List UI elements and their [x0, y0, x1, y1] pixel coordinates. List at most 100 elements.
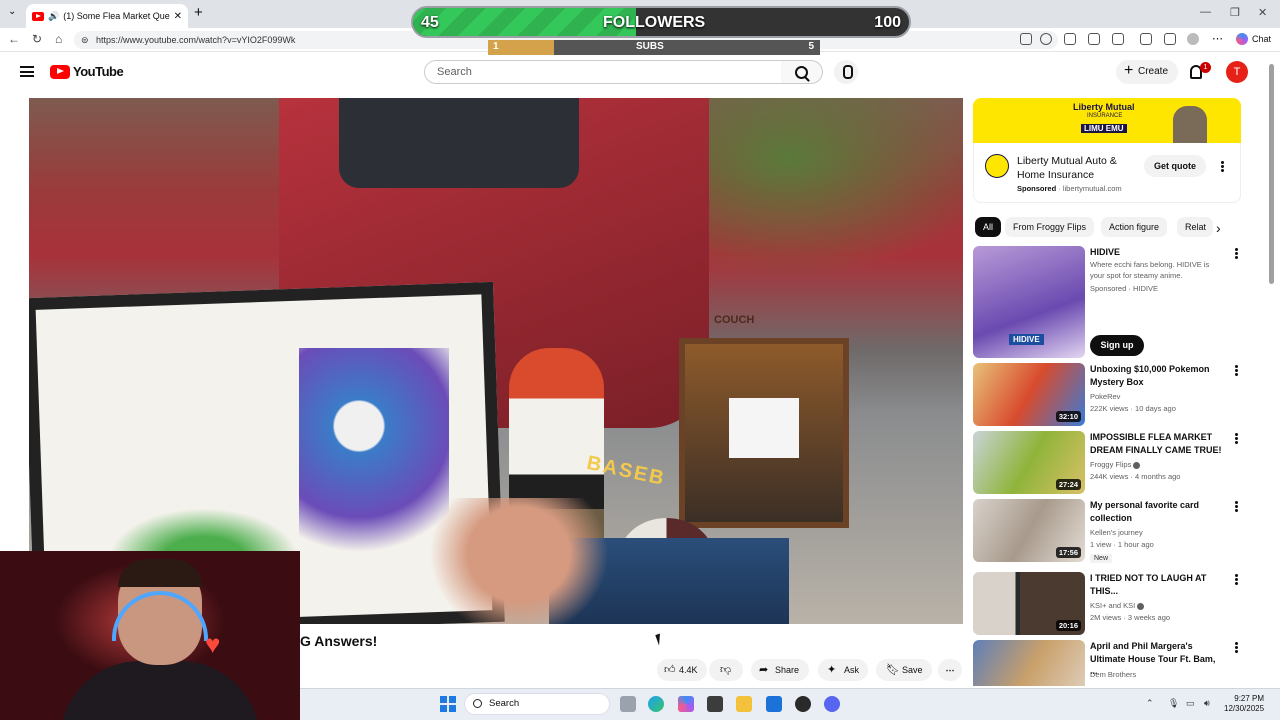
video-frame-hand	[429, 498, 609, 624]
followers-goal: 100	[874, 14, 901, 31]
profile-chat-label[interactable]: Chat	[1252, 34, 1271, 44]
extension-icon[interactable]	[1112, 33, 1124, 45]
windows-start-icon[interactable]	[440, 696, 456, 712]
ad-banner-image[interactable]: Liberty Mutual INSURANCE LIMU EMU	[973, 98, 1241, 143]
ask-button[interactable]: ✦ Ask	[818, 659, 868, 681]
ad-description: Where ecchi fans belong. HIDIVE is your …	[1090, 260, 1210, 280]
dislike-button[interactable]: 👎︎	[709, 659, 743, 681]
channel-name[interactable]: Froggy Flips	[1090, 459, 1141, 471]
extension-icon[interactable]	[1020, 33, 1032, 45]
scrollbar-thumb[interactable]	[1269, 64, 1274, 284]
taskbar-clock[interactable]: 9:27 PM 12/30/2025	[1224, 694, 1264, 714]
network-tray-icon[interactable]: ▭	[1186, 698, 1195, 709]
save-label: Save	[902, 665, 923, 675]
volume-tray-icon[interactable]: 🔊︎	[1204, 698, 1210, 709]
copilot-icon[interactable]	[1236, 33, 1248, 45]
edge-browser-icon[interactable]	[648, 696, 664, 712]
save-button[interactable]: 🔖︎ Save	[876, 659, 932, 681]
youtube-play-icon	[50, 64, 70, 79]
favorite-star-icon[interactable]	[1040, 33, 1052, 45]
ad-title[interactable]: Liberty Mutual Auto & Home Insurance	[1017, 154, 1143, 182]
mail-app-icon[interactable]	[766, 696, 782, 712]
copilot-app-icon[interactable]	[678, 696, 694, 712]
sign-up-button[interactable]: Sign up	[1090, 335, 1144, 356]
video-title: Unboxing $10,000 Pokemon Mystery Box	[1090, 364, 1210, 387]
search-button[interactable]	[781, 60, 823, 84]
chip-related[interactable]: Relat	[1177, 217, 1213, 237]
youtube-logo[interactable]: YouTube	[50, 64, 124, 79]
followers-goal-bar: 45 FOLLOWERS 100	[411, 6, 911, 38]
tab-list-chevron-icon[interactable]: ⌄	[8, 6, 16, 17]
speaker-icon[interactable]: 🔊	[48, 11, 59, 22]
kebab-menu-icon[interactable]	[1235, 646, 1238, 649]
channel-name-text: Froggy Flips	[1090, 460, 1132, 469]
user-profile-icon[interactable]	[1187, 33, 1199, 45]
list-item[interactable]: 20:16 I TRIED NOT TO LAUGH AT THIS... KS…	[973, 572, 1241, 635]
video-thumbnail[interactable]: HIDIVE	[973, 246, 1085, 358]
channel-name[interactable]: Kellen's journey	[1090, 527, 1143, 539]
minimize-icon[interactable]: —	[1200, 6, 1211, 18]
channel-name[interactable]: KSI+ and KSI	[1090, 600, 1145, 612]
ad-kebab-menu-icon[interactable]	[1221, 165, 1224, 168]
microphone-tray-icon[interactable]: 🎙︎	[1168, 698, 1179, 709]
store-app-icon[interactable]	[707, 696, 723, 712]
video-thumbnail[interactable]: 20:16	[973, 572, 1085, 635]
channel-name[interactable]: PokeRev	[1090, 391, 1120, 403]
share-button[interactable]: ➦ Share	[751, 659, 809, 681]
folder-app-icon[interactable]	[736, 696, 752, 712]
extension-icon[interactable]	[1064, 33, 1076, 45]
extension-icon[interactable]	[1164, 33, 1176, 45]
voice-search-mic-icon[interactable]	[834, 60, 858, 84]
new-badge: New	[1090, 554, 1113, 563]
taskbar-search-input[interactable]: Search	[464, 693, 610, 715]
channel-name[interactable]: Dem Brothers	[1090, 669, 1136, 681]
list-item[interactable]: 32:10 Unboxing $10,000 Pokemon Mystery B…	[973, 363, 1241, 426]
subs-current: 1	[493, 41, 499, 52]
kebab-menu-icon[interactable]	[1235, 505, 1238, 508]
ad-get-quote-button[interactable]: Get quote	[1144, 155, 1206, 177]
maximize-icon[interactable]: ❐	[1230, 6, 1240, 19]
kebab-menu-icon[interactable]	[1235, 252, 1238, 255]
video-thumbnail[interactable]: 17:56	[973, 499, 1085, 562]
video-player[interactable]	[29, 98, 963, 624]
file-explorer-app-icon[interactable]	[620, 696, 636, 712]
more-menu-icon[interactable]: ⋯	[1212, 32, 1223, 45]
url-text: https://www.youtube.com/watch?v=vYIO2F09…	[96, 35, 296, 45]
video-thumbnail[interactable]: 27:24	[973, 431, 1085, 494]
hamburger-menu-icon[interactable]	[20, 66, 34, 77]
tray-overflow-chevron-icon[interactable]: ⌃	[1146, 698, 1154, 709]
discord-app-icon[interactable]	[824, 696, 840, 712]
extension-icon[interactable]	[1088, 33, 1100, 45]
more-actions-button[interactable]: ⋯	[938, 659, 962, 681]
kebab-menu-icon[interactable]	[1235, 437, 1238, 440]
home-icon[interactable]: ⌂	[55, 32, 62, 46]
chip-action-figure[interactable]: Action figure	[1101, 217, 1168, 237]
window-close-icon[interactable]: ✕	[1258, 6, 1267, 19]
search-input[interactable]: Search	[424, 60, 782, 84]
kebab-menu-icon[interactable]	[1235, 369, 1238, 372]
kebab-menu-icon[interactable]	[1235, 578, 1238, 581]
reload-icon[interactable]: ↻	[32, 32, 42, 46]
site-info-icon[interactable]: ⊜	[81, 31, 89, 49]
new-tab-icon[interactable]: +	[194, 4, 203, 21]
ad-banner-mascot	[1173, 106, 1207, 143]
video-title: My personal favorite card collection	[1090, 500, 1200, 523]
account-avatar[interactable]: T	[1226, 61, 1248, 83]
video-thumbnail[interactable]: 32:10	[973, 363, 1085, 426]
chip-all[interactable]: All	[975, 217, 1002, 237]
browser-tab-active[interactable]: 🔊 (1) Some Flea Market Questio ✕	[26, 4, 188, 28]
create-button[interactable]: Create	[1116, 60, 1178, 84]
list-item[interactable]: 27:24 IMPOSSIBLE FLEA MARKET DREAM FINAL…	[973, 431, 1241, 494]
youtube-favicon-icon	[32, 11, 44, 21]
streamer-body	[60, 661, 260, 720]
chips-next-chevron-icon[interactable]: ›	[1216, 220, 1221, 236]
obs-app-icon[interactable]	[795, 696, 811, 712]
extension-icon[interactable]	[1140, 33, 1152, 45]
tab-close-icon[interactable]: ✕	[174, 11, 182, 22]
chip-from-froggy-flips[interactable]: From Froggy Flips	[1005, 217, 1095, 237]
video-thumbnail[interactable]	[973, 640, 1085, 686]
like-button[interactable]: 👍︎ 4.4K	[657, 659, 707, 681]
list-item[interactable]: April and Phil Margera's Ultimate House …	[973, 640, 1241, 686]
list-item[interactable]: 17:56 My personal favorite card collecti…	[973, 499, 1241, 567]
back-icon[interactable]: ←	[8, 32, 20, 46]
